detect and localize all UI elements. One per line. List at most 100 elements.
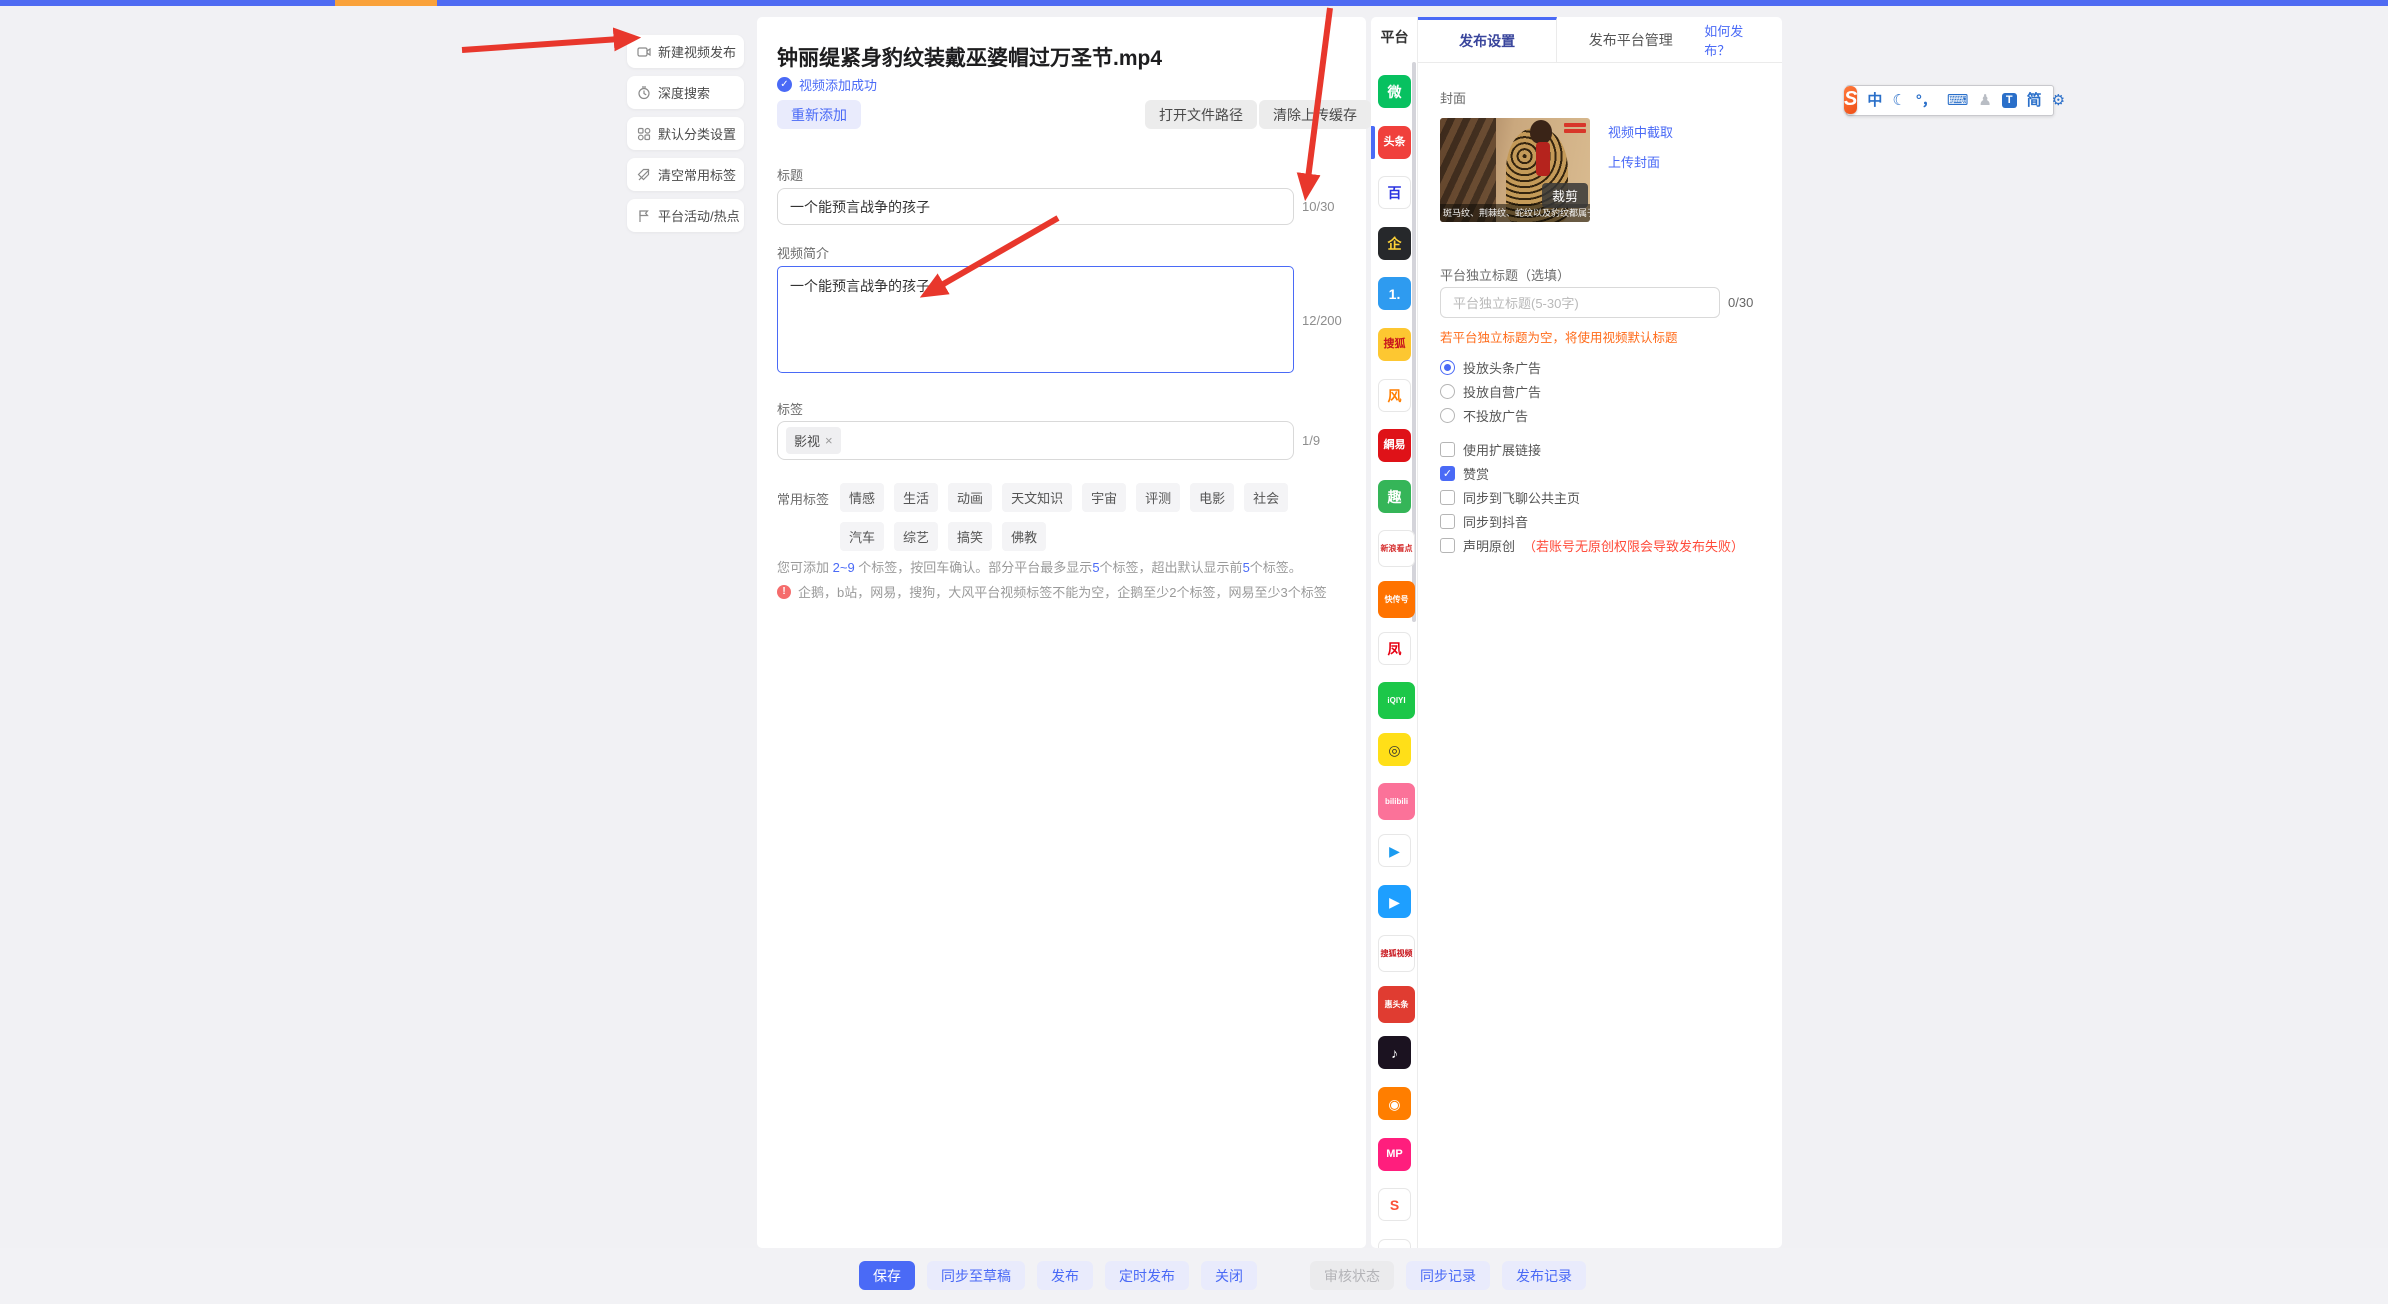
ime-tools-icon[interactable]: ⚙ (2052, 93, 2065, 108)
radio-toutiao-ads[interactable]: 投放头条广告 (1440, 358, 1541, 377)
sync-log-button[interactable]: 同步记录 (1406, 1261, 1490, 1290)
tab-publish-settings[interactable]: 发布设置 (1418, 17, 1557, 62)
platform-icon-tencent-video[interactable]: ▶ (1378, 834, 1411, 867)
close-button[interactable]: 关闭 (1201, 1261, 1257, 1290)
ime-account-icon[interactable]: ♟ (1978, 93, 1991, 108)
platform-icon-huitoutiao[interactable]: 惠头条 (1378, 986, 1415, 1023)
common-tag[interactable]: 汽车 (840, 522, 884, 551)
sidebar-item-deep-search[interactable]: 深度搜索 (627, 76, 744, 109)
sidebar-item-platform-activity[interactable]: 平台活动/热点 (627, 199, 744, 232)
checkbox-extended-link[interactable]: 使用扩展链接 (1440, 440, 1541, 459)
platform-icon-qiehao[interactable]: 企 (1378, 227, 1411, 260)
common-tag[interactable]: 宇宙 (1082, 483, 1126, 512)
ime-simplified-icon[interactable]: 简 (2027, 93, 2042, 108)
platform-icon-qutoutiao[interactable]: 趣 (1378, 480, 1411, 513)
platform-icon-fengxing[interactable]: 风 (1378, 379, 1411, 412)
ime-punctuation-icon[interactable]: °， (1916, 93, 1937, 108)
publish-button[interactable]: 发布 (1037, 1261, 1093, 1290)
checkbox-icon (1440, 538, 1455, 553)
platform-icon-bilibili[interactable]: bilibili (1378, 783, 1415, 820)
cover-thumbnail[interactable]: 斑马纹、荆棘纹、蛇纹以及豹纹都属于 裁剪 (1440, 118, 1590, 222)
re-add-button[interactable]: 重新添加 (777, 100, 861, 129)
common-tag[interactable]: 佛教 (1002, 522, 1046, 551)
platform-icon-toutiao[interactable]: 头条 (1378, 126, 1411, 159)
platform-icon-wangyi-news[interactable]: 網易 (1378, 429, 1411, 462)
publish-settings-panel: 平台 微 头条 百 企 1. 搜狐 风 網易 趣 新浪看点 快传号 凤 iQIY… (1371, 17, 1782, 1248)
upload-cover-link[interactable]: 上传封面 (1608, 152, 1660, 171)
platform-icon-huawei[interactable]: ❀ (1378, 1239, 1411, 1248)
ime-keyboard-icon[interactable]: ⌨ (1947, 93, 1969, 108)
common-tag[interactable]: 情感 (840, 483, 884, 512)
common-tag[interactable]: 综艺 (894, 522, 938, 551)
top-progress-indicator (335, 0, 437, 6)
status-text: 视频添加成功 (799, 75, 877, 94)
clear-upload-cache-button[interactable]: 清除上传缓存 (1259, 100, 1371, 129)
thumbnail-scarf-art (1536, 142, 1550, 176)
how-to-publish-link[interactable]: 如何发布？ (1704, 21, 1768, 59)
common-tag[interactable]: 电影 (1190, 483, 1234, 512)
publish-log-button[interactable]: 发布记录 (1502, 1261, 1586, 1290)
platform-icon-kuaichuanhao[interactable]: 快传号 (1378, 581, 1415, 618)
check-circle-icon: ✓ (777, 77, 792, 92)
sidebar-item-new-video-publish[interactable]: 新建视频发布 (627, 35, 744, 68)
ime-chinese-mode-icon[interactable]: 中 (1867, 93, 1882, 108)
ime-skin-icon[interactable]: T (2002, 93, 2017, 108)
platform-icon-sogou[interactable]: S (1378, 1188, 1411, 1221)
checkbox-reward[interactable]: ✓ 赞赏 (1440, 464, 1489, 483)
sogou-logo-icon[interactable]: S (1844, 86, 1857, 114)
sidebar-item-clear-common-tags[interactable]: 清空常用标签 (627, 158, 744, 191)
platform-icon-iqiyi[interactable]: iQIYI (1378, 682, 1415, 719)
platform-icon-kuaishou[interactable]: ◉ (1378, 1087, 1411, 1120)
open-file-path-button[interactable]: 打开文件路径 (1145, 100, 1257, 129)
tab-platform-management[interactable]: 发布平台管理 (1557, 17, 1704, 62)
platform-icon-wechat-channels[interactable]: 微 (1378, 75, 1411, 108)
crop-button[interactable]: 裁剪 (1542, 183, 1588, 208)
platform-icon-yidianzixun[interactable]: 1. (1378, 277, 1411, 310)
checkbox-label: 赞赏 (1463, 464, 1489, 483)
arrow-to-new-video-publish (462, 38, 634, 50)
ime-moon-icon[interactable]: ☾ (1892, 93, 1905, 108)
description-field-label: 视频简介 (777, 243, 829, 262)
tags-input[interactable]: 影视 × (777, 421, 1294, 460)
alert-icon: ! (777, 585, 791, 599)
tag-remove-icon[interactable]: × (825, 433, 833, 448)
review-status-button: 审核状态 (1310, 1261, 1394, 1290)
common-tag[interactable]: 天文知识 (1002, 483, 1072, 512)
category-grid-icon (637, 127, 651, 141)
platform-icon-baijiahao[interactable]: 百 (1378, 176, 1411, 209)
platform-rail-header: 平台 (1371, 27, 1418, 47)
common-tag[interactable]: 搞笑 (948, 522, 992, 551)
radio-icon (1440, 384, 1455, 399)
sidebar-item-label: 清空常用标签 (658, 165, 736, 184)
platform-icon-dafenghao[interactable]: 凤 (1378, 632, 1411, 665)
capture-from-video-link[interactable]: 视频中截取 (1608, 122, 1673, 141)
sidebar-item-default-category[interactable]: 默认分类设置 (627, 117, 744, 150)
platform-icon-miaopai[interactable]: ◎ (1378, 733, 1411, 766)
platform-icon-sina-kandian[interactable]: 新浪看点 (1378, 530, 1415, 567)
schedule-publish-button[interactable]: 定时发布 (1105, 1261, 1189, 1290)
common-tag[interactable]: 动画 (948, 483, 992, 512)
common-tag[interactable]: 社会 (1244, 483, 1288, 512)
platform-icon-sohuhao[interactable]: 搜狐 (1378, 328, 1411, 361)
common-tag[interactable]: 评测 (1136, 483, 1180, 512)
sidebar-item-label: 深度搜索 (658, 83, 710, 102)
common-tags-label: 常用标签 (777, 489, 829, 508)
radio-no-ads[interactable]: 不投放广告 (1440, 406, 1528, 425)
radio-self-ads[interactable]: 投放自营广告 (1440, 382, 1541, 401)
common-tag[interactable]: 生活 (894, 483, 938, 512)
checkbox-declare-original[interactable]: 声明原创 （若账号无原创权限会导致发布失败） (1440, 536, 1744, 555)
description-textarea[interactable]: 一个能预言战争的孩子1+ (777, 266, 1294, 373)
footer-buttons: 保存 同步至草稿 发布 定时发布 关闭 审核状态 同步记录 发布记录 (859, 1261, 1586, 1290)
platform-icon-sohu-video[interactable]: 搜狐视频 (1378, 935, 1415, 972)
title-input[interactable]: 一个能预言战争的孩子 (777, 188, 1294, 225)
sync-to-draft-button[interactable]: 同步至草稿 (927, 1261, 1025, 1290)
hint-number: 5 (1243, 560, 1250, 575)
platform-icon-douyin[interactable]: ♪ (1378, 1036, 1411, 1069)
platform-icon-youku[interactable]: ▶ (1378, 885, 1411, 918)
independent-title-input[interactable]: 平台独立标题(5-30字) (1440, 287, 1720, 318)
common-tags-list: 情感 生活 动画 天文知识 宇宙 评测 电影 社会 汽车 综艺 搞笑 佛教 (840, 483, 1307, 551)
save-button[interactable]: 保存 (859, 1261, 915, 1290)
checkbox-sync-douyin[interactable]: 同步到抖音 (1440, 512, 1528, 531)
platform-icon-meipai[interactable]: MP (1378, 1138, 1411, 1171)
checkbox-sync-feiliao[interactable]: 同步到飞聊公共主页 (1440, 488, 1580, 507)
